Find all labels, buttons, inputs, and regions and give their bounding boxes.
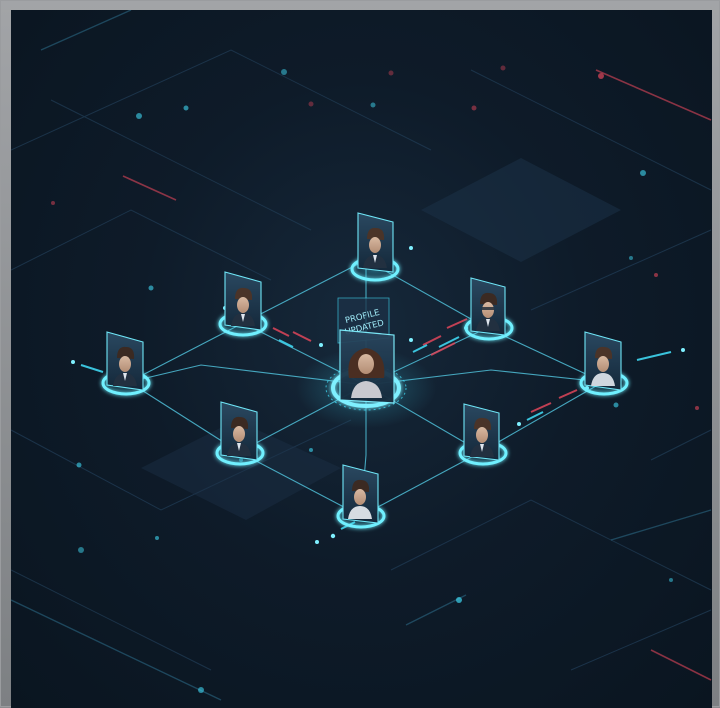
hub-profile-card: [339, 329, 395, 404]
network-diagram: PROFILE UPDATED: [11, 10, 712, 701]
profile-node-bottom[interactable]: [333, 464, 389, 530]
person-icon: [348, 348, 385, 398]
image-frame: PROFILE UPDATED: [0, 0, 720, 708]
background-panel: [421, 158, 621, 262]
network-scene: PROFILE UPDATED: [11, 10, 712, 708]
profile-node-upper-right[interactable]: [461, 277, 517, 342]
profile-node-right[interactable]: [576, 331, 632, 397]
profile-node-lower-right[interactable]: [455, 403, 511, 467]
hub-node[interactable]: PROFILE UPDATED: [296, 297, 436, 428]
profile-node-left[interactable]: [98, 331, 154, 397]
profile-node-upper-left[interactable]: [215, 271, 271, 338]
profile-node-top[interactable]: [347, 212, 403, 283]
